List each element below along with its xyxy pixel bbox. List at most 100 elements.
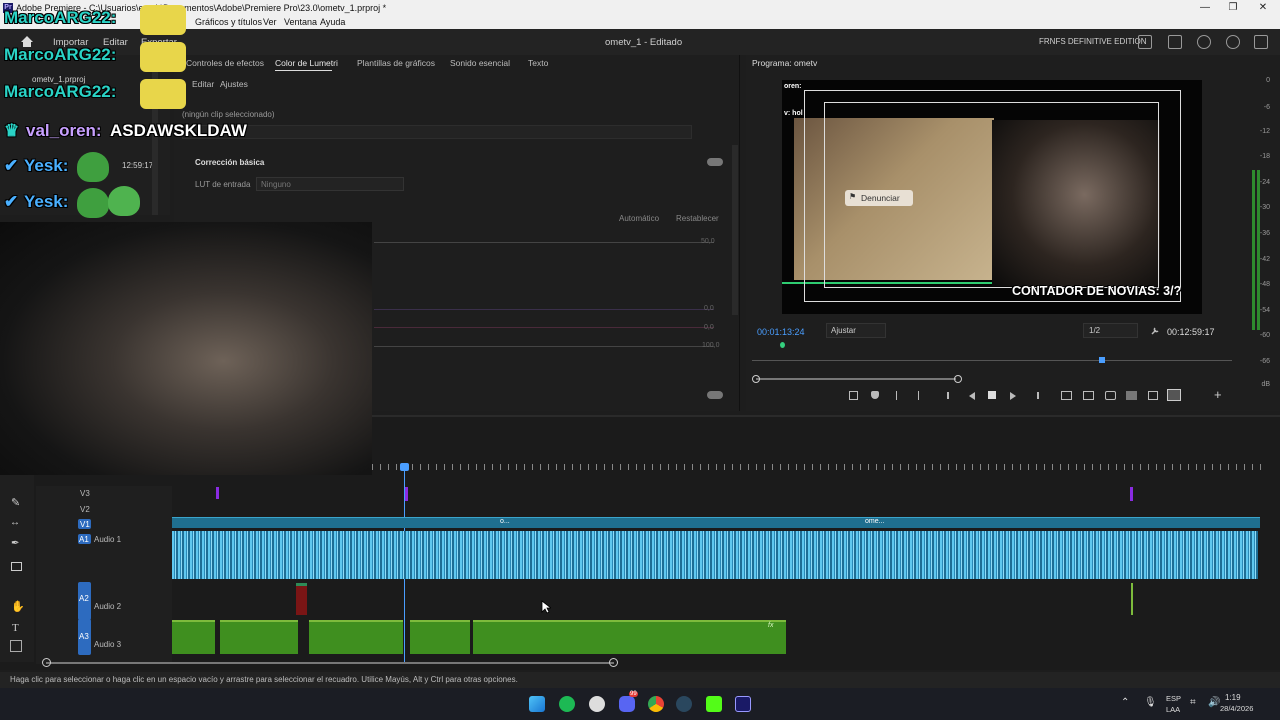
track-v1-label[interactable]: V1 bbox=[80, 520, 90, 529]
stop-icon[interactable] bbox=[988, 391, 996, 399]
wrench-icon[interactable] bbox=[1150, 326, 1160, 336]
type-tool-icon[interactable]: T bbox=[12, 622, 19, 634]
basic-correction-toggle[interactable] bbox=[707, 158, 723, 166]
proxy-icon[interactable] bbox=[1148, 391, 1158, 400]
tray-chevron-icon[interactable]: ⌃ bbox=[1121, 697, 1129, 708]
slip-tool-icon[interactable]: ↔ bbox=[10, 517, 20, 528]
current-timecode[interactable]: 00:01:13:24 bbox=[757, 327, 805, 337]
go-to-out-icon[interactable] bbox=[1030, 392, 1039, 399]
tab-effect-controls[interactable]: Controles de efectos bbox=[186, 58, 264, 68]
subtab-settings[interactable]: Ajustes bbox=[220, 79, 248, 89]
mark-out-icon[interactable] bbox=[916, 391, 919, 400]
language-2[interactable]: LAA bbox=[1166, 705, 1180, 714]
report-button[interactable]: ⚑ Denunciar bbox=[845, 190, 913, 206]
lumetri-scrollbar[interactable] bbox=[732, 145, 738, 315]
clock-time[interactable]: 1:19 bbox=[1225, 693, 1241, 702]
a3-audio-clip-5[interactable]: fx bbox=[473, 620, 786, 654]
track-v3-label[interactable]: V3 bbox=[80, 489, 90, 498]
track-a2-id[interactable]: A2 bbox=[79, 594, 89, 603]
zoom-handle-left[interactable] bbox=[752, 375, 760, 383]
discord-icon[interactable]: 99 bbox=[619, 691, 638, 712]
workspace-name[interactable]: FRNFS DEFINITIVE EDITION bbox=[1039, 37, 1147, 46]
a3-audio-clip-2[interactable] bbox=[220, 620, 298, 654]
pen-tool-icon[interactable]: ✒ bbox=[11, 538, 19, 549]
reset-button[interactable]: Restablecer bbox=[676, 214, 719, 223]
windows-icon[interactable] bbox=[529, 696, 545, 712]
fit-dropdown[interactable]: Ajustar bbox=[826, 323, 886, 338]
temperature-slider[interactable] bbox=[374, 327, 714, 328]
steam-icon[interactable] bbox=[676, 696, 692, 712]
menu-window[interactable]: Ventana bbox=[284, 17, 317, 27]
v3-marker-1[interactable] bbox=[216, 487, 219, 499]
resolution-dropdown[interactable]: 1/2 bbox=[1083, 323, 1138, 338]
v1-clip-strip[interactable]: o... ome... bbox=[172, 517, 1260, 528]
insert-icon[interactable] bbox=[1061, 391, 1072, 400]
section-basic-correction[interactable]: Corrección básica bbox=[195, 158, 264, 167]
a2-audio-clip[interactable] bbox=[296, 583, 307, 615]
share-icon[interactable] bbox=[1168, 35, 1182, 49]
spotify-icon[interactable] bbox=[559, 696, 575, 712]
caption-tool-icon[interactable] bbox=[10, 640, 22, 652]
volume-icon[interactable]: 🔊 bbox=[1208, 697, 1220, 708]
microphone-icon[interactable]: 🎙 bbox=[1144, 697, 1157, 708]
menu-graphics[interactable]: Gráficos y títulos bbox=[195, 17, 262, 27]
network-icon[interactable]: ⌗ bbox=[1190, 697, 1196, 708]
fullscreen-icon[interactable] bbox=[1254, 35, 1268, 49]
tab-essential-sound[interactable]: Sonido esencial bbox=[450, 58, 510, 68]
a3-audio-clip-4[interactable] bbox=[410, 620, 470, 654]
overwrite-icon[interactable] bbox=[1083, 391, 1094, 400]
tint-slider[interactable] bbox=[374, 309, 714, 310]
quick-export-icon[interactable] bbox=[1138, 35, 1152, 49]
track-v2-label[interactable]: V2 bbox=[80, 505, 90, 514]
add-button-icon[interactable]: + bbox=[1214, 387, 1222, 402]
clip-dropdown[interactable] bbox=[182, 125, 692, 139]
timeline-hscroll[interactable] bbox=[46, 662, 614, 664]
program-playhead[interactable] bbox=[1099, 357, 1105, 363]
creative-toggle[interactable] bbox=[707, 391, 723, 399]
step-forward-icon[interactable] bbox=[1010, 392, 1016, 400]
lut-dropdown[interactable]: Ninguno bbox=[256, 177, 404, 191]
razor-tool-icon[interactable]: ✎ bbox=[11, 496, 20, 509]
minimize-button[interactable]: — bbox=[1190, 0, 1220, 16]
comparison-icon[interactable] bbox=[1126, 391, 1137, 400]
program-zoom-bar[interactable] bbox=[756, 378, 956, 380]
lift-icon[interactable] bbox=[849, 391, 858, 400]
kick-icon[interactable] bbox=[706, 696, 722, 712]
menu-view[interactable]: Ver bbox=[263, 17, 277, 27]
hand-tool-icon[interactable]: ✋ bbox=[11, 600, 25, 613]
go-to-in-icon[interactable] bbox=[947, 392, 956, 399]
track-a1-id[interactable]: A1 bbox=[79, 535, 89, 544]
subtab-edit[interactable]: Editar bbox=[192, 79, 214, 89]
step-back-icon[interactable] bbox=[969, 392, 975, 400]
timeline-ruler[interactable] bbox=[372, 464, 1262, 470]
language-1[interactable]: ESP bbox=[1166, 694, 1181, 703]
camera-icon[interactable] bbox=[1105, 391, 1116, 400]
exposure-slider[interactable] bbox=[374, 242, 714, 243]
tab-text[interactable]: Texto bbox=[528, 58, 548, 68]
chrome-icon[interactable] bbox=[648, 696, 664, 712]
hscroll-handle-left[interactable] bbox=[42, 658, 51, 667]
hscroll-handle-right[interactable] bbox=[609, 658, 618, 667]
progress-icon[interactable] bbox=[1197, 35, 1211, 49]
tab-graphics-templates[interactable]: Plantillas de gráficos bbox=[357, 58, 435, 68]
v3-marker-3[interactable] bbox=[1130, 487, 1133, 501]
a3-audio-clip-1[interactable] bbox=[172, 620, 215, 654]
rectangle-tool-icon[interactable] bbox=[11, 562, 22, 571]
a2-audio-clip-2[interactable] bbox=[1131, 583, 1133, 615]
tab-lumetri-color[interactable]: Color de Lumetri bbox=[275, 58, 338, 68]
saturation-slider[interactable] bbox=[374, 346, 714, 347]
a3-audio-clip-3[interactable] bbox=[309, 620, 403, 654]
close-button[interactable]: ✕ bbox=[1248, 0, 1278, 16]
maximize-button[interactable]: ❐ bbox=[1218, 0, 1248, 16]
zoom-handle-right[interactable] bbox=[954, 375, 962, 383]
program-ruler[interactable] bbox=[752, 360, 1232, 361]
premiere-icon[interactable] bbox=[735, 696, 751, 712]
search-icon[interactable] bbox=[1226, 35, 1240, 49]
a1-audio-clip[interactable] bbox=[172, 531, 1258, 579]
clock-date[interactable]: 28/4/2026 bbox=[1220, 704, 1253, 713]
v3-marker-2[interactable] bbox=[405, 487, 408, 501]
track-a3-id[interactable]: A3 bbox=[79, 632, 89, 641]
safe-margins-icon[interactable] bbox=[1167, 389, 1181, 401]
chrome-alt-icon[interactable] bbox=[589, 696, 605, 712]
timeline-playhead-handle[interactable] bbox=[400, 463, 409, 471]
